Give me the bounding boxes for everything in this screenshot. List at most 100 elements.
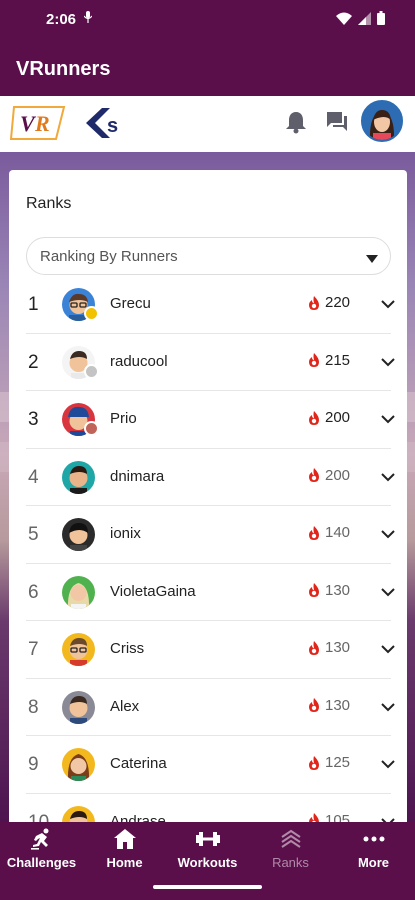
ranking-type-dropdown[interactable]: Ranking By Runners bbox=[26, 237, 391, 275]
chevron-down-icon[interactable] bbox=[381, 756, 395, 774]
runner-name: VioletaGaina bbox=[110, 582, 196, 600]
ranks-card: Ranks Ranking By Runners 1 Grecu 220 2 r… bbox=[9, 170, 407, 830]
rank-row[interactable]: 7 Criss 130 bbox=[26, 621, 395, 679]
chevron-down-icon[interactable] bbox=[381, 526, 395, 544]
app-title: VRunners bbox=[16, 58, 111, 80]
runner-score: 215 bbox=[308, 352, 350, 369]
dumbbell-icon bbox=[195, 828, 221, 855]
svg-text:s: s bbox=[107, 115, 118, 137]
runner-avatar bbox=[62, 575, 95, 609]
runner-avatar bbox=[62, 633, 95, 666]
signal-icon bbox=[358, 11, 371, 25]
nav-label: Challenges bbox=[6, 855, 77, 870]
runner-score: 130 bbox=[308, 697, 350, 714]
status-icons bbox=[336, 11, 385, 25]
rank-row[interactable]: 8 Alex 130 bbox=[26, 679, 395, 736]
svg-text:R: R bbox=[34, 111, 50, 136]
flame-icon bbox=[309, 640, 319, 655]
mic-icon bbox=[83, 11, 93, 26]
home-gesture-handle[interactable] bbox=[153, 885, 262, 889]
ks-logo: s bbox=[80, 104, 130, 142]
runner-name: Alex bbox=[110, 697, 140, 715]
runner-score: 130 bbox=[308, 639, 350, 656]
chevron-down-icon[interactable] bbox=[381, 584, 395, 602]
rank-number: 1 bbox=[28, 294, 39, 315]
flame-icon bbox=[309, 468, 319, 482]
brand-bar: V R s bbox=[0, 96, 415, 156]
ranks-icon bbox=[280, 828, 302, 855]
nav-label: Ranks bbox=[272, 855, 309, 870]
runner-name: Caterina bbox=[110, 755, 167, 772]
runner-score: 130 bbox=[308, 582, 350, 599]
score-value: 200 bbox=[325, 409, 351, 426]
runner-score: 220 bbox=[308, 294, 350, 311]
nav-label: Home bbox=[106, 855, 143, 870]
runner-avatar bbox=[62, 518, 95, 551]
rank-row[interactable]: 2 raducool 215 bbox=[26, 334, 395, 391]
rank-number: 2 bbox=[28, 351, 39, 373]
notifications-bell-icon[interactable] bbox=[285, 110, 307, 139]
runner-name: raducool bbox=[110, 352, 168, 370]
score-value: 220 bbox=[325, 294, 351, 311]
app-bar: VRunners bbox=[0, 40, 415, 96]
flame-icon bbox=[309, 583, 319, 597]
chevron-down-icon[interactable] bbox=[381, 354, 395, 372]
runner-icon bbox=[30, 828, 54, 855]
nav-challenges[interactable]: Challenges bbox=[0, 822, 83, 877]
rank-number: 8 bbox=[28, 696, 39, 718]
gold-medal-icon bbox=[84, 306, 99, 321]
status-time: 2:06 bbox=[46, 11, 77, 28]
nav-ranks[interactable]: Ranks bbox=[249, 822, 332, 877]
nav-workouts[interactable]: Workouts bbox=[166, 822, 249, 877]
rank-row[interactable]: 4 dnimara 200 bbox=[26, 449, 395, 506]
runner-avatar bbox=[62, 690, 95, 724]
score-value: 130 bbox=[325, 581, 351, 599]
score-value: 125 bbox=[325, 754, 351, 771]
messages-icon[interactable] bbox=[325, 110, 349, 139]
runner-name: Criss bbox=[110, 640, 145, 657]
chevron-down-icon[interactable] bbox=[381, 641, 395, 659]
nav-label: More bbox=[357, 855, 390, 870]
rank-number: 6 bbox=[28, 581, 39, 603]
chevron-down-icon[interactable] bbox=[381, 296, 395, 314]
chevron-down-icon[interactable] bbox=[381, 699, 395, 717]
dropdown-arrow-icon bbox=[366, 251, 378, 269]
runner-name: ionix bbox=[110, 525, 141, 542]
flame-icon bbox=[309, 353, 319, 367]
dropdown-value: Ranking By Runners bbox=[40, 248, 178, 265]
rank-number: 9 bbox=[28, 754, 39, 775]
user-avatar[interactable] bbox=[361, 100, 403, 142]
score-value: 140 bbox=[325, 524, 351, 541]
chevron-down-icon[interactable] bbox=[381, 411, 395, 429]
rank-list: 1 Grecu 220 2 raducool 215 3 Prio 200 4 … bbox=[26, 276, 395, 830]
runner-score: 140 bbox=[308, 524, 350, 541]
flame-icon bbox=[309, 698, 319, 712]
runner-name: Grecu bbox=[110, 295, 151, 312]
status-bar: 2:06 bbox=[0, 0, 415, 40]
rank-row[interactable]: 9 Caterina 125 bbox=[26, 736, 395, 794]
bottom-navigation: Challenges Home Workouts Ranks More bbox=[0, 822, 415, 877]
rank-row[interactable]: 6 VioletaGaina 130 bbox=[26, 564, 395, 621]
rank-row[interactable]: 1 Grecu 220 bbox=[26, 276, 395, 334]
gesture-bar bbox=[0, 877, 415, 900]
home-icon bbox=[113, 828, 137, 855]
nav-home[interactable]: Home bbox=[83, 822, 166, 877]
chevron-down-icon[interactable] bbox=[381, 469, 395, 487]
nav-label: Workouts bbox=[177, 855, 238, 870]
rank-row[interactable]: 5 ionix 140 bbox=[26, 506, 395, 564]
score-value: 215 bbox=[325, 351, 351, 369]
rank-row[interactable]: 3 Prio 200 bbox=[26, 391, 395, 449]
vrunners-logo: V R bbox=[9, 105, 66, 141]
score-value: 200 bbox=[325, 466, 351, 484]
runner-score: 125 bbox=[308, 754, 350, 771]
rank-number: 4 bbox=[28, 466, 39, 488]
runner-score: 200 bbox=[308, 467, 350, 484]
flame-icon bbox=[309, 295, 319, 310]
runner-score: 200 bbox=[308, 409, 350, 426]
score-value: 130 bbox=[325, 639, 351, 656]
flame-icon bbox=[309, 410, 319, 425]
runner-name: dnimara bbox=[110, 467, 165, 485]
runner-avatar bbox=[62, 748, 95, 781]
runner-avatar bbox=[62, 460, 95, 494]
nav-more[interactable]: More bbox=[332, 822, 415, 877]
